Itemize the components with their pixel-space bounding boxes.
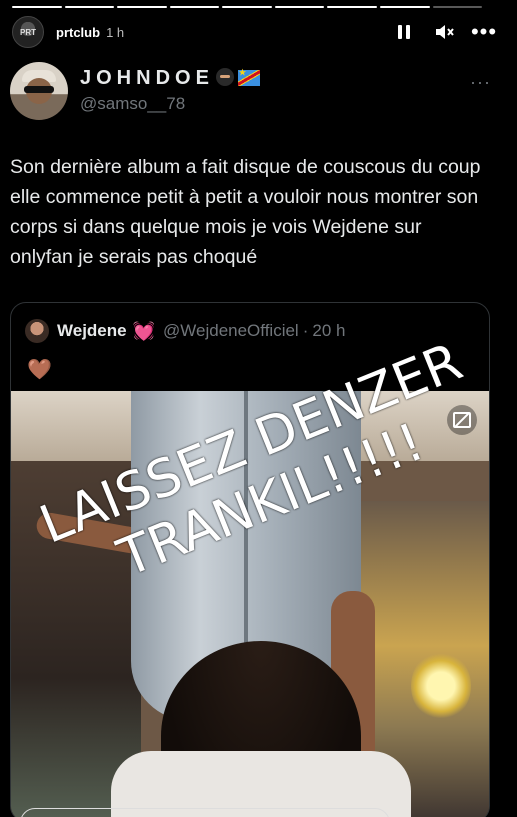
speaker-muted-icon[interactable]: [433, 21, 455, 43]
pause-icon[interactable]: [393, 21, 415, 43]
quoted-tweet-header: Wejdene 💓 @WejdeneOfficiel · 20 h: [25, 319, 345, 343]
quoted-name[interactable]: Wejdene: [57, 321, 127, 341]
progress-segment: [222, 6, 272, 8]
progress-segment: [64, 6, 115, 8]
progress-segment: [327, 6, 377, 8]
brown-heart-emoji-icon: 🤎: [27, 359, 52, 381]
quoted-handle[interactable]: @WejdeneOfficiel: [163, 321, 299, 341]
drc-flag-icon: [237, 68, 260, 86]
story-username[interactable]: prtclub: [56, 25, 100, 40]
story-header: PRT prtclub 1 h •••: [12, 14, 496, 50]
tweet-more-icon[interactable]: ···: [470, 72, 491, 93]
author-avatar[interactable]: [10, 62, 68, 120]
progress-segment: [12, 6, 62, 8]
quoted-avatar[interactable]: [25, 319, 49, 343]
progress-segment: [432, 6, 483, 8]
progress-segment: [274, 6, 325, 8]
more-icon[interactable]: •••: [471, 21, 496, 43]
author-display-name[interactable]: JOHNDOE: [80, 67, 260, 90]
story-avatar[interactable]: PRT: [12, 16, 44, 48]
author-handle[interactable]: @samso__78: [80, 94, 185, 114]
ninja-emoji-icon: [215, 68, 234, 86]
quoted-timestamp[interactable]: 20 h: [312, 321, 345, 341]
separator-dot: ·: [302, 321, 309, 340]
story-timestamp: 1 h: [106, 24, 125, 40]
author-name-text: JOHNDOE: [80, 67, 214, 89]
story-reply-input[interactable]: [20, 808, 390, 817]
story-progress-bar: [12, 6, 483, 8]
progress-segment: [117, 6, 167, 8]
progress-segment: [379, 6, 430, 8]
progress-segment: [169, 6, 220, 8]
tweet-text: Son dernière album a fait disque de cous…: [10, 156, 481, 268]
heart-emoji-icon: 💓: [132, 320, 156, 341]
story-controls: •••: [393, 21, 496, 43]
